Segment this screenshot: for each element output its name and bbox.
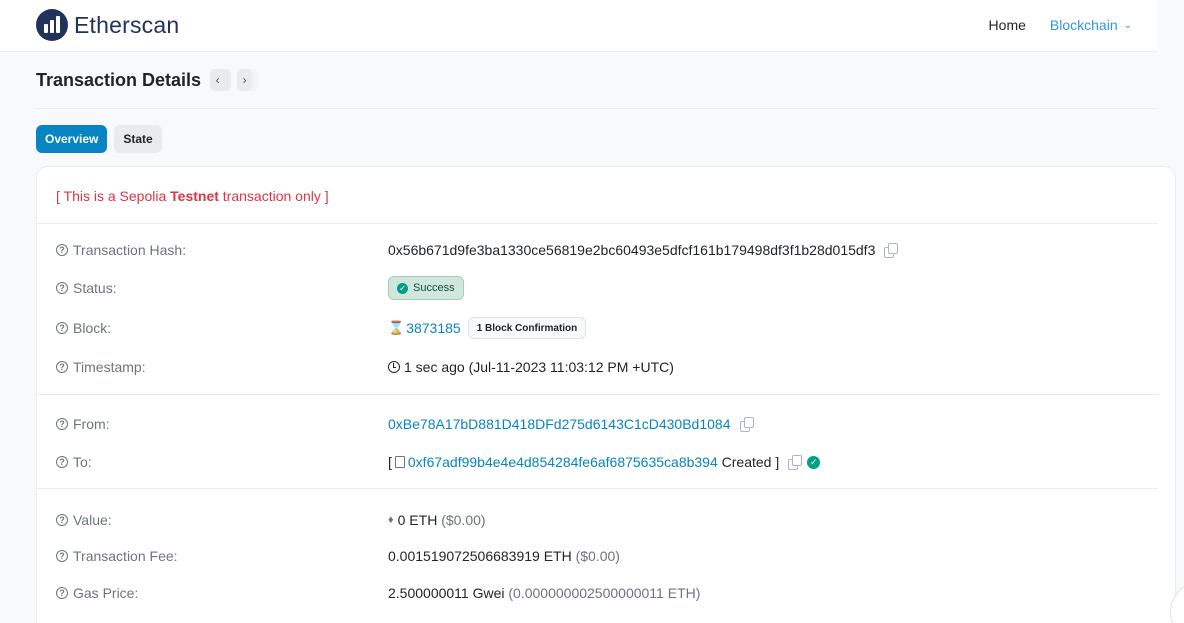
etherscan-logo[interactable]: Etherscan (36, 9, 179, 41)
block-label-wrap: ? Block: (56, 320, 388, 336)
tx-hash-value-wrap: 0x56b671d9fe3ba1330ce56819e2bc60493e5dfc… (388, 242, 899, 258)
to-value-wrap: [ 0xf67adf99b4e4e4d854284fe6af6875635ca8… (388, 454, 821, 470)
from-value-wrap: 0xBe78A17bD881D418DFd275d6143C1cD430Bd10… (388, 416, 754, 432)
ethereum-icon: ♦ (388, 514, 394, 526)
chevron-right-icon: › (237, 69, 253, 91)
chevron-down-icon: ⌄ (1123, 19, 1132, 31)
to-open-bracket: [ (388, 454, 392, 470)
fee-amount: 0.001519072506683919 ETH (388, 548, 572, 564)
timestamp-value-wrap: 1 sec ago (Jul-11-2023 11:03:12 PM +UTC) (388, 359, 674, 375)
fee-value-wrap: 0.001519072506683919 ETH ($0.00) (388, 548, 620, 564)
tab-overview[interactable]: Overview (36, 125, 108, 153)
tab-state[interactable]: State (114, 125, 162, 153)
help-icon[interactable]: ? (56, 244, 68, 256)
help-icon[interactable]: ? (56, 322, 68, 334)
card-divider (37, 223, 1158, 224)
fee-usd: ($0.00) (571, 548, 620, 564)
card-divider (37, 488, 1158, 489)
copy-icon[interactable] (883, 243, 899, 258)
header-divider (36, 108, 1157, 109)
from-label: From: (73, 416, 110, 432)
row-value: ? Value: ♦ 0 ETH ($0.00) (56, 510, 1156, 530)
nav-home-link[interactable]: Home (989, 17, 1026, 33)
status-badge: ✓ Success (388, 276, 464, 300)
fee-label: Transaction Fee: (73, 548, 178, 564)
value-label-wrap: ? Value: (56, 512, 388, 528)
chevron-left-icon: ‹ (210, 69, 226, 91)
status-badge-text: Success (413, 282, 455, 294)
copy-icon[interactable] (739, 417, 754, 432)
check-circle-icon: ✓ (397, 282, 408, 294)
copy-icon[interactable] (787, 455, 803, 470)
tx-hash-value: 0x56b671d9fe3ba1330ce56819e2bc60493e5dfc… (388, 242, 876, 258)
gas-price-eth: (0.000000002500000011 ETH) (504, 585, 701, 601)
row-status: ? Status: ✓ Success (56, 276, 1156, 300)
timestamp-value: 1 sec ago (Jul-11-2023 11:03:12 PM +UTC) (404, 359, 674, 375)
to-created-text: Created ] (717, 454, 780, 470)
row-transaction-hash: ? Transaction Hash: 0x56b671d9fe3ba1330c… (56, 240, 1156, 260)
help-icon[interactable]: ? (56, 456, 68, 468)
gas-price-label: Gas Price: (73, 585, 139, 601)
block-confirmation-badge: 1 Block Confirmation (467, 317, 587, 339)
transaction-details-card: [ This is a Sepolia Testnet transaction … (36, 166, 1176, 623)
status-label-wrap: ? Status: (56, 280, 388, 296)
verified-check-icon: ✓ (807, 455, 821, 469)
next-tx-button[interactable]: › (237, 69, 259, 91)
nav-blockchain-dropdown[interactable]: Blockchain ⌄ (1050, 17, 1132, 33)
card-divider (37, 394, 1158, 395)
row-block: ? Block: ⌛ 3873185 1 Block Confirmation (56, 317, 1156, 339)
brand-name: Etherscan (74, 11, 180, 38)
row-timestamp: ? Timestamp: 1 sec ago (Jul-11-2023 11:0… (56, 357, 1156, 377)
detail-tabs: Overview State (36, 125, 169, 153)
status-value-wrap: ✓ Success (388, 276, 464, 300)
to-label-wrap: ? To: (56, 454, 388, 470)
previous-tx-button[interactable]: ‹ (210, 69, 232, 91)
page-header: Transaction Details ‹ › (36, 69, 264, 91)
block-value-wrap: ⌛ 3873185 1 Block Confirmation (388, 317, 587, 339)
from-label-wrap: ? From: (56, 416, 388, 432)
row-transaction-fee: ? Transaction Fee: 0.001519072506683919 … (56, 546, 1156, 566)
help-icon[interactable]: ? (56, 418, 68, 430)
help-icon[interactable]: ? (56, 282, 68, 294)
contract-document-icon (394, 456, 405, 468)
tx-pager: ‹ › (210, 69, 264, 91)
gas-price-label-wrap: ? Gas Price: (56, 585, 388, 601)
row-gas-price: ? Gas Price: 2.500000011 Gwei (0.0000000… (56, 583, 1156, 603)
testnet-notice: [ This is a Sepolia Testnet transaction … (56, 188, 329, 204)
nav-blockchain-label: Blockchain (1049, 17, 1118, 33)
clock-icon (388, 361, 400, 373)
tx-hash-label-wrap: ? Transaction Hash: (56, 242, 388, 258)
testnet-notice-suffix: transaction only ] (218, 188, 329, 204)
timestamp-label: Timestamp: (73, 359, 146, 375)
top-navbar: Etherscan Home Blockchain ⌄ (0, 0, 1157, 52)
row-to: ? To: [ 0xf67adf99b4e4e4d854284fe6af6875… (56, 452, 1156, 472)
timestamp-label-wrap: ? Timestamp: (56, 359, 388, 375)
value-label: Value: (73, 512, 112, 528)
gas-price-amount: 2.500000011 Gwei (388, 585, 505, 601)
tx-hash-label: Transaction Hash: (73, 242, 187, 258)
block-label: Block: (73, 320, 112, 336)
help-icon[interactable]: ? (56, 514, 68, 526)
etherscan-logo-icon (36, 9, 68, 41)
row-from: ? From: 0xBe78A17bD881D418DFd275d6143C1c… (56, 414, 1156, 434)
page-title: Transaction Details (36, 69, 202, 90)
help-icon[interactable]: ? (56, 361, 68, 373)
gas-price-value-wrap: 2.500000011 Gwei (0.000000002500000011 E… (388, 585, 700, 601)
hourglass-icon: ⌛ (388, 320, 405, 335)
value-value-wrap: ♦ 0 ETH ($0.00) (388, 512, 486, 528)
value-amount: 0 ETH (397, 512, 438, 528)
from-address-link[interactable]: 0xBe78A17bD881D418DFd275d6143C1cD430Bd10… (388, 416, 731, 432)
testnet-notice-bold: Testnet (170, 188, 219, 204)
main-nav: Home Blockchain ⌄ (989, 17, 1132, 33)
help-icon[interactable]: ? (56, 550, 68, 562)
testnet-notice-prefix: [ This is a Sepolia (56, 188, 171, 204)
fee-label-wrap: ? Transaction Fee: (56, 548, 388, 564)
to-label: To: (73, 454, 92, 470)
status-label: Status: (73, 280, 117, 296)
to-contract-address-link[interactable]: 0xf67adf99b4e4e4d854284fe6af6875635ca8b3… (408, 454, 718, 470)
value-usd: ($0.00) (437, 512, 486, 528)
block-number-link[interactable]: 3873185 (406, 320, 461, 336)
help-icon[interactable]: ? (56, 587, 68, 599)
